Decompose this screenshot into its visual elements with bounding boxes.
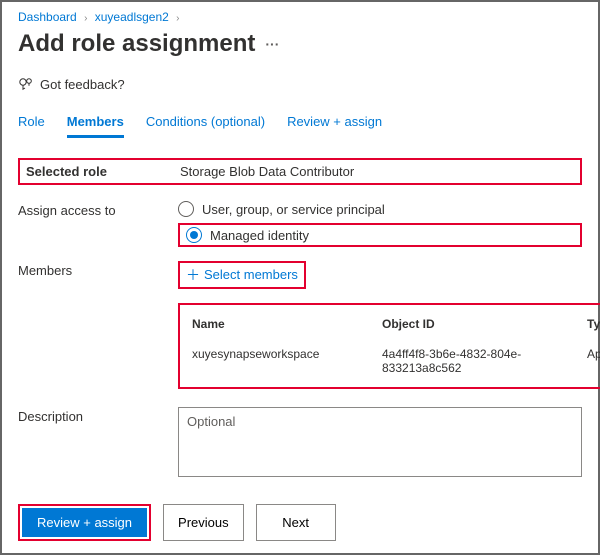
description-input[interactable]: Optional xyxy=(178,407,582,477)
plus-icon: ＋ xyxy=(186,268,200,282)
col-header-type: Type xyxy=(587,317,600,331)
radio-icon xyxy=(178,201,194,217)
breadcrumb-link-dashboard[interactable]: Dashboard xyxy=(18,10,77,24)
tab-members[interactable]: Members xyxy=(67,114,124,138)
tab-role[interactable]: Role xyxy=(18,114,45,138)
tab-conditions[interactable]: Conditions (optional) xyxy=(146,114,265,138)
tabs: Role Members Conditions (optional) Revie… xyxy=(18,114,582,138)
feedback-icon xyxy=(18,76,34,92)
selected-role-value: Storage Blob Data Contributor xyxy=(180,164,354,179)
review-assign-button[interactable]: Review + assign xyxy=(22,508,147,537)
select-members-label: Select members xyxy=(204,267,298,282)
assign-access-label: Assign access to xyxy=(18,201,178,218)
description-label: Description xyxy=(18,407,178,424)
col-header-object-id: Object ID xyxy=(382,317,587,331)
select-members-link[interactable]: ＋ Select members xyxy=(186,267,298,282)
description-placeholder: Optional xyxy=(187,414,235,429)
chevron-right-icon: › xyxy=(84,13,87,24)
radio-managed-identity[interactable]: Managed identity xyxy=(186,227,574,243)
next-button[interactable]: Next xyxy=(256,504,336,541)
table-row[interactable]: xuyesynapseworkspace 4a4ff4f8-3b6e-4832-… xyxy=(186,339,600,383)
radio-label: Managed identity xyxy=(210,228,309,243)
cell-type: App xyxy=(587,347,600,375)
cell-object-id: 4a4ff4f8-3b6e-4832-804e-833213a8c562 xyxy=(382,347,587,375)
radio-checked-icon xyxy=(186,227,202,243)
breadcrumb-link-resource[interactable]: xuyeadlsgen2 xyxy=(95,10,169,24)
page-title-text: Add role assignment xyxy=(18,30,255,58)
footer: Review + assign Previous Next xyxy=(2,492,598,553)
page-title: Add role assignment ··· xyxy=(18,30,582,58)
members-table: Name Object ID Type xuyesynapseworkspace… xyxy=(178,303,600,389)
selected-role-label: Selected role xyxy=(26,164,180,179)
feedback-label: Got feedback? xyxy=(40,77,125,92)
more-icon[interactable]: ··· xyxy=(265,36,279,52)
members-label: Members xyxy=(18,261,178,278)
previous-button[interactable]: Previous xyxy=(163,504,244,541)
breadcrumb: Dashboard › xuyeadlsgen2 › xyxy=(18,10,582,24)
tab-review[interactable]: Review + assign xyxy=(287,114,382,138)
feedback-link[interactable]: Got feedback? xyxy=(18,76,582,92)
radio-label: User, group, or service principal xyxy=(202,202,385,217)
cell-name: xuyesynapseworkspace xyxy=(192,347,382,375)
radio-user-group-sp[interactable]: User, group, or service principal xyxy=(178,201,582,217)
col-header-name: Name xyxy=(192,317,382,331)
chevron-right-icon: › xyxy=(176,13,179,24)
